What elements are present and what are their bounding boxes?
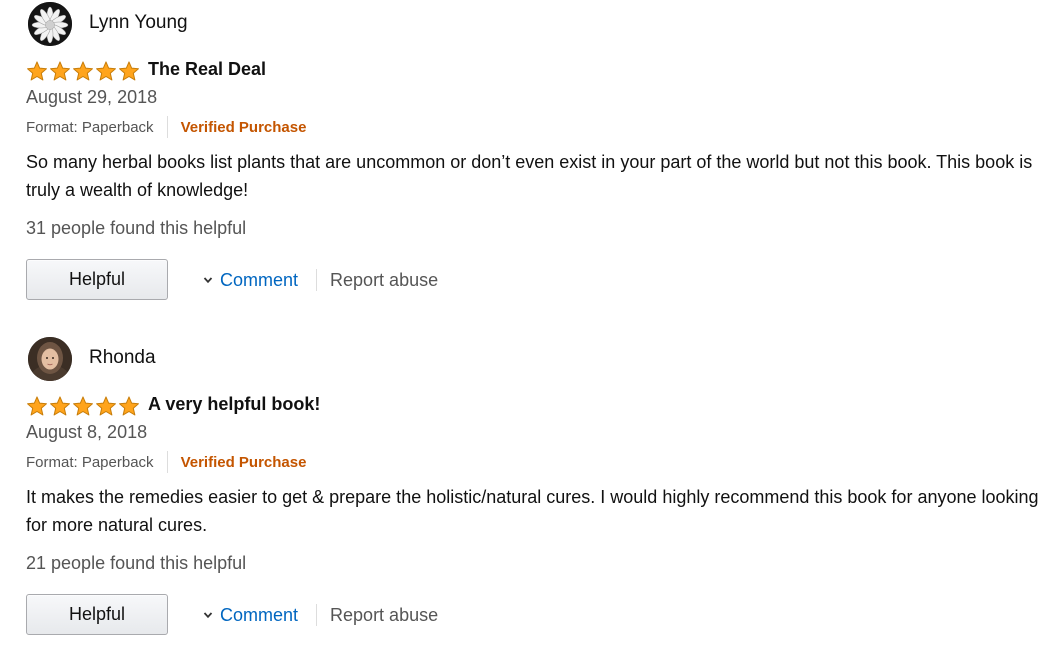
star-icon [50, 61, 70, 81]
helpful-button[interactable]: Helpful [26, 259, 168, 300]
star-icon [119, 61, 139, 81]
format-row: Format: Paperback Verified Purchase [26, 116, 306, 138]
user-photo-icon [28, 337, 72, 381]
review-title[interactable]: The Real Deal [148, 59, 266, 80]
helpful-button[interactable]: Helpful [26, 594, 168, 635]
star-rating[interactable] [26, 395, 140, 417]
star-rating[interactable] [26, 60, 140, 82]
divider [166, 116, 168, 138]
reviewer-name[interactable]: Lynn Young [89, 12, 188, 34]
comment-label[interactable]: Comment [220, 605, 298, 626]
comment-label[interactable]: Comment [220, 270, 298, 291]
report-abuse-link[interactable]: Report abuse [330, 270, 438, 291]
divider [316, 604, 318, 626]
verified-purchase-badge: Verified Purchase [180, 453, 307, 471]
star-icon [27, 61, 47, 81]
star-icon [27, 396, 47, 416]
divider [166, 451, 168, 473]
chevron-down-icon [203, 277, 213, 284]
star-icon [73, 396, 93, 416]
chevron-down-icon [203, 612, 213, 619]
format-label[interactable]: Format: Paperback [26, 454, 154, 471]
review-date: August 29, 2018 [26, 87, 158, 107]
comment-link[interactable]: Comment [203, 270, 298, 291]
helpful-count: 31 people found this helpful [26, 218, 247, 238]
comment-link[interactable]: Comment [203, 605, 298, 626]
format-row: Format: Paperback Verified Purchase [26, 451, 306, 473]
review-title[interactable]: A very helpful book! [148, 394, 320, 415]
star-icon [50, 396, 70, 416]
review-actions: Comment Report abuse [203, 603, 438, 627]
reviewer-name[interactable]: Rhonda [89, 347, 156, 369]
reviewer-avatar[interactable] [28, 2, 72, 46]
format-label[interactable]: Format: Paperback [26, 119, 154, 136]
verified-purchase-badge: Verified Purchase [180, 118, 307, 136]
review-body: It makes the remedies easier to get & pr… [26, 487, 1039, 535]
review-actions: Comment Report abuse [203, 268, 438, 292]
star-icon [73, 61, 93, 81]
report-abuse-link[interactable]: Report abuse [330, 605, 438, 626]
review-body: So many herbal books list plants that ar… [26, 152, 1033, 200]
star-icon [96, 396, 116, 416]
review-item: Lynn Young The Real Deal August 29, 2018… [0, 0, 1064, 320]
helpful-count: 21 people found this helpful [26, 553, 247, 573]
reviewer-avatar[interactable] [28, 337, 72, 381]
flower-icon [28, 2, 72, 46]
review-item: Rhonda A very helpful book! August 8, 20… [0, 335, 1064, 655]
star-icon [96, 61, 116, 81]
star-icon [119, 396, 139, 416]
review-date: August 8, 2018 [26, 422, 148, 442]
divider [316, 269, 318, 291]
